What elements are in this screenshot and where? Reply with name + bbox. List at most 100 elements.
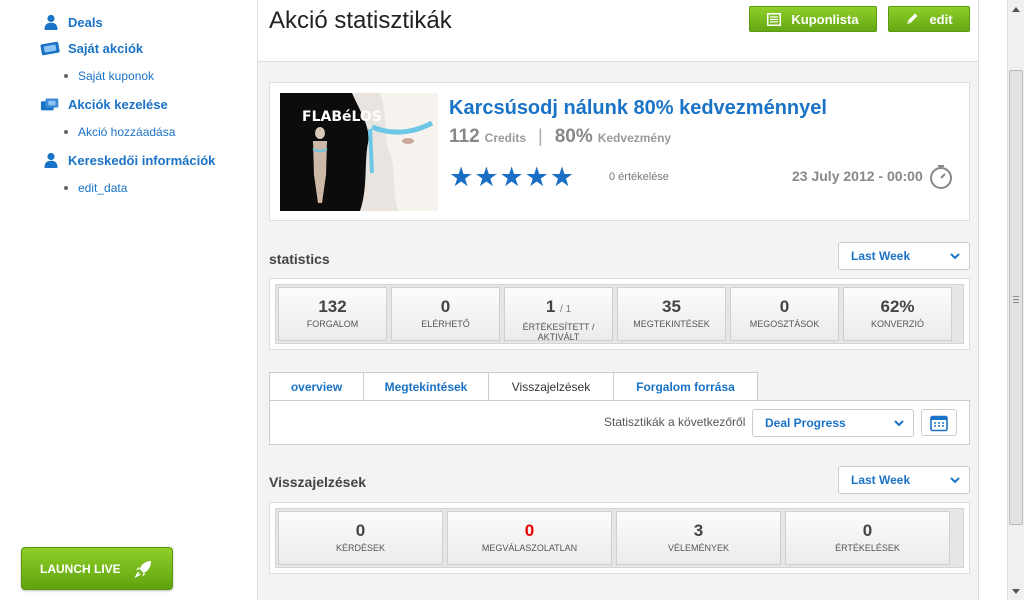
tab-label: Forgalom forrása — [636, 379, 735, 394]
chevron-down-icon — [950, 477, 960, 484]
user-icon — [40, 13, 62, 31]
stat-value: 35 — [662, 297, 681, 316]
tab-bar: overview Megtekintések Visszajelzések Fo… — [269, 372, 758, 400]
bullet-icon — [64, 130, 68, 134]
feedback-row: 0 KÉRDÉSEK 0 MEGVÁLASZOLATLAN 3 VÉLEMÉNY… — [275, 508, 964, 568]
feedback-ertekelesek: 0 ÉRTÉKELÉSEK — [785, 511, 950, 565]
deal-title[interactable]: Karcsúsodj nálunk 80% kedvezménnyel — [449, 97, 827, 120]
scroll-up-arrow-icon[interactable] — [1008, 0, 1024, 17]
feedback-panel: 0 KÉRDÉSEK 0 MEGVÁLASZOLATLAN 3 VÉLEMÉNY… — [269, 502, 970, 574]
scrollbar-thumb[interactable] — [1009, 70, 1023, 525]
sidebar-subitem-label: Akció hozzáadása — [78, 125, 176, 139]
calendar-icon — [930, 415, 948, 431]
tab-label: Megtekintések — [384, 379, 468, 394]
feedback-value: 0 — [524, 521, 535, 540]
tab-visszajelzesek[interactable]: Visszajelzések — [488, 372, 614, 400]
tab-panel: Statisztikák a következőről Deal Progres… — [269, 400, 970, 445]
deal-image-brand: FLABéLOS — [302, 109, 382, 125]
filter-label: Statisztikák a következőről — [604, 415, 746, 429]
feedback-value: 0 — [862, 521, 873, 540]
feedback-velemenyek: 3 VÉLEMÉNYEK — [616, 511, 781, 565]
edit-label: edit — [929, 11, 953, 27]
stat-konverzio: 62% KONVERZIÓ — [843, 287, 952, 341]
sidebar-item-label: Akciók kezelése — [68, 96, 168, 112]
stat-subvalue: / 1 — [560, 304, 572, 315]
rocket-icon — [134, 559, 154, 582]
sidebar-item-sajat-akciok[interactable]: Saját akciók — [40, 38, 143, 58]
deal-progress-value: Deal Progress — [765, 416, 846, 430]
discount-value: 80% — [554, 126, 593, 147]
deal-image[interactable]: FLABéLOS — [280, 93, 438, 211]
deal-card: FLABéLOS Karcsúsodj nálunk 80% kedvezmén… — [269, 82, 970, 221]
stat-value: 62% — [880, 297, 915, 316]
feedback-label: KÉRDÉSEK — [335, 543, 386, 553]
kuponlista-button[interactable]: Kuponlista — [749, 6, 877, 32]
kuponlista-label: Kuponlista — [791, 11, 859, 27]
feedback-value: 0 — [355, 521, 366, 540]
stat-value: 132 — [318, 297, 347, 316]
star-icon: ★ — [499, 162, 524, 192]
sidebar: Deals Saját akciók Saját kuponok Akciók … — [0, 0, 256, 600]
deal-price-line: 112 Credits | 80% Kedvezmény — [449, 126, 671, 148]
stat-megtekintesek: 35 MEGTEKINTÉSEK — [617, 287, 726, 341]
stat-label: FORGALOM — [306, 319, 359, 329]
stat-ertekesitett: 1 / 1 ÉRTÉKESÍTETT / AKTIVÁLT — [504, 287, 613, 342]
chevron-down-icon — [894, 420, 904, 427]
stat-label: KONVERZIÓ — [870, 319, 924, 329]
launch-live-label: LAUNCH LIVE — [40, 561, 121, 576]
tab-label: overview — [290, 379, 343, 394]
deal-progress-select[interactable]: Deal Progress — [752, 409, 914, 437]
calendar-button[interactable] — [921, 409, 957, 436]
statistics-title: statistics — [269, 251, 330, 267]
sidebar-item-label: Saját akciók — [68, 40, 144, 56]
feedback-label: VÉLEMÉNYEK — [667, 543, 730, 553]
pencil-icon — [907, 13, 918, 24]
stat-label: ELÉRHETŐ — [421, 319, 470, 329]
sidebar-subitem-label: edit_data — [78, 181, 128, 195]
sidebar-item-label: Kereskedői információk — [68, 152, 216, 168]
stat-label: ÉRTÉKESÍTETT / AKTIVÁLT — [522, 322, 595, 342]
page-title: Akció statisztikák — [269, 7, 452, 34]
sidebar-item-deals[interactable]: Deals — [40, 12, 103, 32]
feedback-label: ÉRTÉKELÉSEK — [835, 543, 900, 553]
statistics-period-select[interactable]: Last Week — [838, 242, 970, 270]
feedback-title: Visszajelzések — [269, 474, 367, 490]
stat-value: 0 — [779, 297, 790, 316]
sidebar-item-kereskedoi-informaciok[interactable]: Kereskedői információk — [40, 150, 215, 170]
sidebar-item-label: Deals — [68, 14, 103, 30]
launch-live-button[interactable]: LAUNCH LIVE — [21, 547, 173, 590]
feedback-megvalaszolatlan: 0 MEGVÁLASZOLATLAN — [447, 511, 612, 565]
stat-value: 1 — [545, 297, 556, 316]
sidebar-item-akciok-kezelese[interactable]: Akciók kezelése — [40, 94, 168, 114]
price-separator: | — [538, 126, 543, 146]
statistics-row: 132 FORGALOM 0 ELÉRHETŐ 1 / 1 ÉRTÉKESÍTE… — [275, 284, 964, 344]
app-window: Deals Saját akciók Saját kuponok Akciók … — [0, 0, 1024, 600]
list-icon — [767, 12, 782, 26]
feedback-kerdesek: 0 KÉRDÉSEK — [278, 511, 443, 565]
feedback-period-select[interactable]: Last Week — [838, 466, 970, 494]
stat-forgalom: 132 FORGALOM — [278, 287, 387, 341]
vertical-scrollbar[interactable] — [1007, 0, 1024, 600]
sidebar-subitem-akcio-hozzaadasa[interactable]: Akció hozzáadása — [64, 125, 175, 139]
bullet-icon — [64, 186, 68, 190]
feedback-period-value: Last Week — [851, 473, 911, 487]
stat-label: MEGTEKINTÉSEK — [633, 319, 710, 329]
tickets-stack-icon — [40, 95, 62, 113]
star-icon: ★ — [474, 162, 499, 192]
feedback-label: MEGVÁLASZOLATLAN — [481, 543, 578, 553]
stat-value: 0 — [440, 297, 451, 316]
sidebar-subitem-sajat-kuponok[interactable]: Saját kuponok — [64, 69, 154, 83]
scroll-down-arrow-icon[interactable] — [1008, 583, 1024, 600]
deal-date: 23 July 2012 - 00:00 — [792, 168, 923, 184]
statistics-panel: 132 FORGALOM 0 ELÉRHETŐ 1 / 1 ÉRTÉKESÍTE… — [269, 278, 970, 350]
tab-megtekintesek[interactable]: Megtekintések — [363, 372, 489, 400]
sidebar-subitem-edit-data[interactable]: edit_data — [64, 181, 127, 195]
sidebar-subitem-label: Saját kuponok — [78, 69, 155, 83]
discount-unit: Kedvezmény — [597, 131, 672, 145]
bullet-icon — [64, 74, 68, 78]
tickets-icon — [40, 39, 62, 57]
stat-megosztasok: 0 MEGOSZTÁSOK — [730, 287, 839, 341]
tab-overview[interactable]: overview — [269, 372, 364, 400]
edit-button[interactable]: edit — [888, 6, 970, 32]
tab-forgalom-forrasa[interactable]: Forgalom forrása — [613, 372, 758, 400]
